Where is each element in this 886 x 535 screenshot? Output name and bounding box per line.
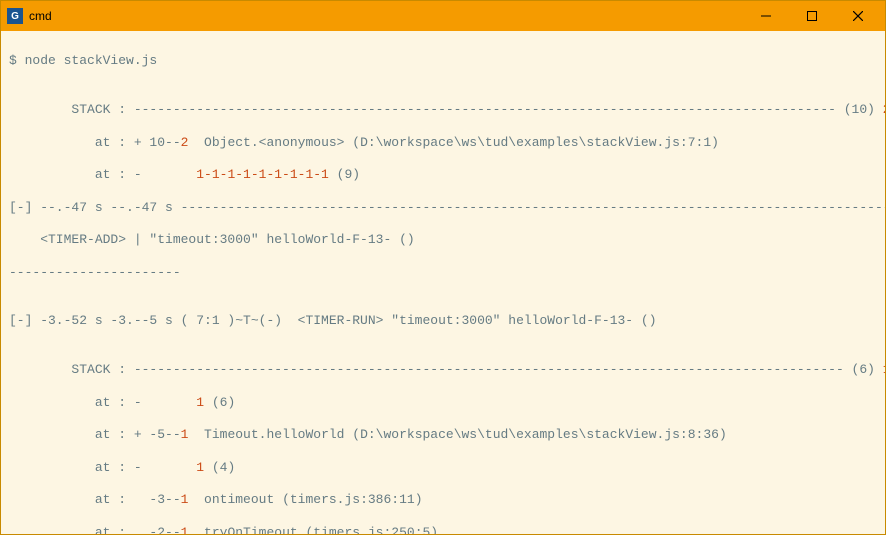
window-title: cmd (29, 9, 52, 23)
stack-frame: at : + 10--2 Object.<anonymous> (D:\work… (9, 135, 877, 151)
app-icon: G (7, 8, 23, 24)
frame-prefix: at : -3-- (9, 492, 181, 507)
frame-depth: 1 (196, 395, 204, 410)
stack-frame: at : -3--1 ontimeout (timers.js:386:11) (9, 492, 877, 508)
minimize-icon (761, 11, 771, 21)
depth-seq: 2-1-1-1-1-1-1-1-1-1 (883, 102, 885, 117)
titlebar[interactable]: G cmd (1, 1, 885, 31)
maximize-button[interactable] (789, 1, 835, 31)
close-button[interactable] (835, 1, 881, 31)
frame-src: Object.<anonymous> (D:\workspace\ws\tud\… (188, 135, 719, 150)
frame-prefix: at : -2-- (9, 525, 181, 535)
stack-frame: at : - 1 (4) (9, 460, 877, 476)
divider: ---------------------- (9, 265, 877, 281)
frame-src: tryOnTimeout (timers.js:250:5) (188, 525, 438, 535)
depth-seq: 1-1-1-1-1-2 (883, 362, 885, 377)
label: STACK : (9, 102, 134, 117)
stack-frame: at : - 1 (6) (9, 395, 877, 411)
command-line: $ node stackView.js (9, 53, 877, 69)
terminal-window: G cmd $ node stackView.js STACK : ------… (0, 0, 886, 535)
label: STACK : (9, 362, 134, 377)
stack-header-1: STACK : --------------------------------… (9, 102, 877, 118)
count: (10) (836, 102, 883, 117)
maximize-icon (807, 11, 817, 21)
frame-prefix: at : - (9, 460, 196, 475)
frame-prefix: at : - (9, 395, 196, 410)
frame-prefix: at : + 10-- (9, 135, 181, 150)
depth-seq: 1-1-1-1-1-1-1-1-1 (196, 167, 329, 182)
count: (6) (204, 395, 235, 410)
dashes: ----------------------------------------… (134, 362, 844, 377)
minimize-button[interactable] (743, 1, 789, 31)
frame-src: Timeout.helloWorld (D:\workspace\ws\tud\… (188, 427, 726, 442)
stack-frame: at : + -5--1 Timeout.helloWorld (D:\work… (9, 427, 877, 443)
frame-prefix: at : - (9, 167, 196, 182)
frame-prefix: at : + -5-- (9, 427, 181, 442)
stack-frame: at : - 1-1-1-1-1-1-1-1-1 (9) (9, 167, 877, 183)
terminal-body[interactable]: $ node stackView.js STACK : ------------… (1, 31, 885, 534)
stack-header-2: STACK : --------------------------------… (9, 362, 877, 378)
frame-depth: 1 (196, 460, 204, 475)
timing-line: [-] --.-47 s --.-47 s ------------------… (9, 200, 877, 216)
count: (4) (204, 460, 235, 475)
dashes: ----------------------------------------… (134, 102, 836, 117)
count: (9) (329, 167, 360, 182)
frame-src: ontimeout (timers.js:386:11) (188, 492, 422, 507)
close-icon (853, 11, 863, 21)
timer-add-line: <TIMER-ADD> | "timeout:3000" helloWorld-… (9, 232, 877, 248)
count: (6) (844, 362, 883, 377)
timer-run-line: [-] -3.-52 s -3.--5 s ( 7:1 )~T~(-) <TIM… (9, 313, 877, 329)
stack-frame: at : -2--1 tryOnTimeout (timers.js:250:5… (9, 525, 877, 535)
